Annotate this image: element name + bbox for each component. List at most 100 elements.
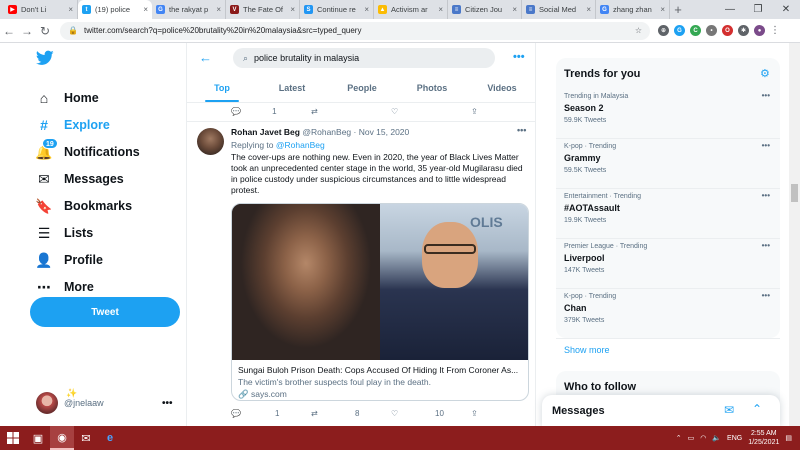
tab-close-icon[interactable]: × — [512, 5, 517, 14]
scrollbar[interactable] — [789, 43, 800, 426]
chevron-up-icon[interactable]: ⌃ — [752, 402, 762, 416]
trend-item[interactable]: Entertainment · Trending #AOTAssault 19.9K… — [564, 191, 774, 224]
tab-close-icon[interactable]: × — [216, 5, 221, 14]
extension-icon[interactable]: O — [722, 25, 733, 36]
edge-icon[interactable]: e — [98, 426, 122, 450]
nav-item-lists[interactable]: ☰ Lists — [36, 223, 93, 243]
reply-action[interactable]: 💬 1 — [231, 104, 311, 118]
tab-top[interactable]: Top — [187, 77, 257, 102]
tab-close-icon[interactable]: × — [290, 5, 295, 14]
battery-icon[interactable]: ▭ — [688, 434, 695, 442]
browser-tab[interactable]: S Continue re × — [300, 0, 374, 19]
trend-item[interactable]: Premier League · Trending Liverpool 147K T… — [564, 241, 774, 274]
tab-latest[interactable]: Latest — [257, 77, 327, 102]
back-arrow-icon[interactable]: ← — [199, 50, 212, 65]
minimize-icon[interactable]: — — [716, 0, 744, 19]
new-tab-button[interactable]: + — [670, 0, 686, 19]
retweet-action[interactable]: ⇄ — [311, 104, 391, 118]
retweet-action[interactable]: ⇄ 8 — [311, 409, 391, 418]
clock[interactable]: 2:55 AM 1/25/2021 — [748, 429, 779, 447]
trend-context: Premier League · Trending — [564, 243, 648, 250]
chrome-menu-icon[interactable]: ⋮ — [770, 25, 780, 36]
browser-tab[interactable]: Gthe rakyat p × — [152, 0, 226, 19]
share-action[interactable]: ⇪ — [471, 104, 535, 118]
trend-context: K-pop · Trending — [564, 143, 617, 150]
browser-tab[interactable]: ≡ Social Med × — [522, 0, 596, 19]
trend-more-icon[interactable]: ••• — [762, 141, 770, 150]
mail-icon[interactable]: ✉ — [74, 426, 98, 450]
scrollbar-thumb[interactable] — [791, 184, 798, 202]
trend-name: #AOTAssault — [564, 203, 620, 213]
tab-close-icon[interactable]: × — [438, 5, 443, 14]
browser-tab[interactable]: ▲ Activism ar × — [374, 0, 448, 19]
account-switcher[interactable]: ✨ @jnelaaw — [36, 388, 104, 414]
browser-tab[interactable]: V The Fate Of × — [226, 0, 300, 19]
tab-close-icon[interactable]: × — [660, 5, 665, 14]
tab-close-icon[interactable]: × — [143, 5, 148, 14]
profile-avatar[interactable]: ● — [754, 25, 765, 36]
account-more-icon[interactable]: ••• — [162, 398, 173, 409]
maximize-icon[interactable]: ❐ — [744, 0, 772, 19]
close-window-icon[interactable]: ✕ — [772, 0, 800, 19]
extension-icon[interactable]: C — [690, 25, 701, 36]
trend-more-icon[interactable]: ••• — [762, 291, 770, 300]
tab-close-icon[interactable]: × — [586, 5, 591, 14]
search-more-icon[interactable]: ••• — [513, 51, 525, 63]
tab-close-icon[interactable]: × — [68, 5, 73, 14]
link-card[interactable]: OLIS Sungai Buloh Prison Death: Cops Acc… — [231, 203, 529, 401]
tweet-button[interactable]: Tweet — [30, 297, 180, 327]
forward-icon[interactable]: → — [18, 24, 36, 38]
browser-tab[interactable]: Gzhang zhan × — [596, 0, 670, 19]
task-view-icon[interactable]: ▣ — [26, 426, 50, 450]
tab-people[interactable]: People — [327, 77, 397, 102]
volume-icon[interactable]: 🔈 — [712, 434, 721, 442]
like-action[interactable]: ♡ — [391, 104, 471, 118]
nav-item-notifications[interactable]: 🔔 19 Notifications — [35, 138, 140, 162]
trend-more-icon[interactable]: ••• — [762, 241, 770, 250]
avatar[interactable] — [197, 128, 224, 155]
messages-drawer[interactable]: Messages ✉ ⌃ — [542, 395, 780, 427]
like-action[interactable]: ♡ 10 — [391, 409, 471, 418]
reload-icon[interactable]: ↻ — [36, 24, 54, 38]
wifi-icon[interactable]: ◠ — [700, 434, 706, 442]
browser-tab[interactable]: t (19) police × — [78, 0, 152, 19]
search-input[interactable]: ⌕ police brutality in malaysia — [233, 48, 495, 68]
nav-item-messages[interactable]: ✉ Messages — [36, 169, 124, 189]
browser-tab[interactable]: ▶ Don't Li × — [4, 0, 78, 19]
tab-videos[interactable]: Videos — [467, 77, 535, 102]
nav-item-explore[interactable]: # Explore — [36, 115, 110, 135]
tweet-more-icon[interactable]: ••• — [517, 125, 526, 135]
tab-photos[interactable]: Photos — [397, 77, 467, 102]
new-message-icon[interactable]: ✉ — [724, 403, 734, 417]
nav-item-profile[interactable]: 👤 Profile — [35, 250, 103, 270]
extension-icon[interactable]: ⊕ — [658, 25, 669, 36]
nav-item-more[interactable]: ⋯ More — [36, 277, 94, 297]
url-input[interactable]: 🔒 twitter.com/search?q=police%20brutalit… — [60, 21, 650, 40]
tab-close-icon[interactable]: × — [364, 5, 369, 14]
trend-more-icon[interactable]: ••• — [762, 191, 770, 200]
nav-item-home[interactable]: ⌂ Home — [36, 88, 99, 108]
extension-icon[interactable]: • — [706, 25, 717, 36]
tweet-author-name[interactable]: Rohan Javet Beg — [231, 127, 300, 137]
star-icon[interactable]: ☆ — [635, 26, 642, 35]
reply-action[interactable]: 💬 1 — [231, 409, 311, 418]
mention-link[interactable]: @RohanBeg — [276, 140, 325, 150]
chrome-icon[interactable]: ◉ — [50, 426, 74, 450]
language-indicator[interactable]: ENG — [727, 435, 742, 442]
gear-icon[interactable]: ⚙ — [760, 67, 770, 80]
trend-item[interactable]: Trending in Malaysia Season 2 59.9K Tweets… — [564, 91, 774, 124]
twitter-logo-icon[interactable] — [36, 50, 54, 66]
trend-more-icon[interactable]: ••• — [762, 91, 770, 100]
extension-icon[interactable]: G — [674, 25, 685, 36]
nav-item-bookmarks[interactable]: 🔖 Bookmarks — [35, 196, 132, 216]
trend-item[interactable]: K-pop · Trending Chan 379K Tweets ••• — [564, 291, 774, 324]
show-more-link[interactable]: Show more — [564, 345, 610, 355]
back-icon[interactable]: ← — [0, 24, 18, 38]
browser-tab[interactable]: ≡ Citizen Jou × — [448, 0, 522, 19]
notifications-icon[interactable]: ▤ — [785, 434, 792, 442]
trend-item[interactable]: K-pop · Trending Grammy 59.5K Tweets ••• — [564, 141, 774, 174]
share-action[interactable]: ⇪ — [471, 409, 535, 418]
tray-chevron-icon[interactable]: ⌃ — [676, 434, 682, 442]
windows-start-icon[interactable] — [0, 426, 26, 450]
puzzle-icon[interactable]: ✱ — [738, 25, 749, 36]
